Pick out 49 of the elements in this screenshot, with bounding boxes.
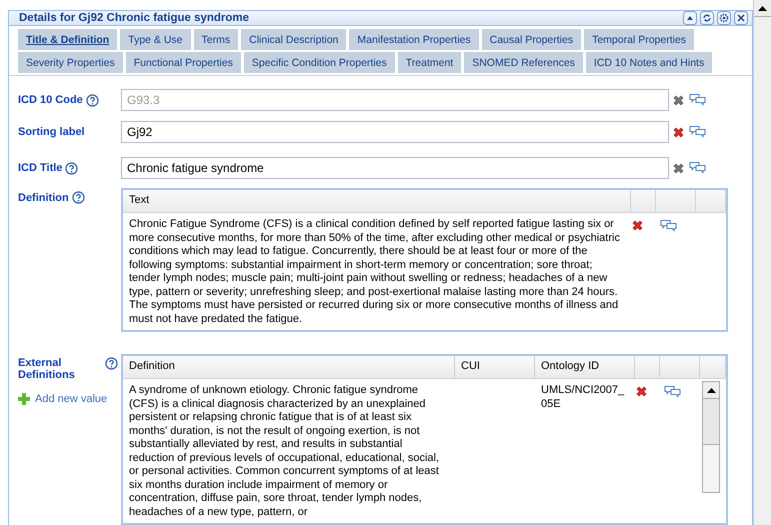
comment-icon[interactable] xyxy=(660,219,677,233)
help-icon[interactable] xyxy=(72,191,85,204)
text-field[interactable]: Gj92 xyxy=(121,121,669,143)
tab[interactable]: Clinical Description xyxy=(241,29,346,50)
close-icon[interactable] xyxy=(734,11,748,25)
comment-icon[interactable] xyxy=(689,93,706,107)
delete-icon[interactable] xyxy=(672,126,685,138)
delete-icon[interactable] xyxy=(635,385,648,398)
field-label: Sorting label xyxy=(18,126,85,138)
table-cell-text: A syndrome of unknown etiology. Chronic fatigue syndrome (CFS) is a clinical diagnosis characterized by an unexplained persistent or relapsing chronic fatigue that is of at least six months' duration, is not the result of ongoing exertion, is not substantially alleviated by rest, and results in substantial reduction of previous levels of occupational, educational, social, or personal activities. Common concurrent symptoms of at least six months duration include impairment of memory or concentration, diffuse pain, sore throat, tender lymph nodes, headaches of a new type, pattern, or xyxy=(128,383,440,520)
table-cell-text: UMLS/NCI2007_05E xyxy=(540,383,626,412)
tab[interactable]: SNOMED References xyxy=(464,52,583,73)
settings-icon[interactable] xyxy=(717,11,731,25)
tab[interactable]: Manifestation Properties xyxy=(349,29,479,50)
field-label: ICD 10 Code xyxy=(18,94,83,106)
tab[interactable]: Type & Use xyxy=(120,29,191,50)
comment-icon[interactable] xyxy=(689,161,706,175)
up-arrow-icon[interactable] xyxy=(706,387,716,393)
column-header: CUI xyxy=(455,356,535,378)
add-new-value-link[interactable]: Add new value xyxy=(35,393,108,405)
refresh-icon[interactable] xyxy=(700,11,714,25)
text-field[interactable]: Chronic fatigue syndrome xyxy=(121,157,669,179)
comment-icon[interactable] xyxy=(689,125,706,139)
tab[interactable]: Functional Properties xyxy=(126,52,241,73)
page-scrollbar[interactable] xyxy=(753,0,771,525)
column-header: Definition xyxy=(123,356,455,378)
comment-icon[interactable] xyxy=(664,385,681,399)
panel-title: Details for Gj92 Chronic fatigue syndrome xyxy=(19,12,250,24)
tab[interactable]: Severity Properties xyxy=(18,52,123,73)
tab[interactable]: Terms xyxy=(194,29,238,50)
collapse-icon[interactable] xyxy=(683,11,697,25)
column-header: Ontology ID xyxy=(535,356,635,378)
delete-icon[interactable] xyxy=(631,219,644,232)
scrollbar[interactable] xyxy=(702,381,720,493)
tab[interactable]: Specific Condition Properties xyxy=(244,52,395,73)
field-label: External Definitions xyxy=(18,357,76,381)
help-icon[interactable] xyxy=(65,162,78,174)
help-icon[interactable] xyxy=(105,357,118,370)
tab[interactable]: Treatment xyxy=(398,52,462,73)
field-label: ICD Title xyxy=(18,162,62,174)
table-cell-text: Chronic Fatigue Syndrome (CFS) is a clinical condition defined by self reported fatigue lasting six or more consecutive months, for more than 50% of the time, after excluding other medical or psychiatric conditions which may lead to fatigue. Concurrently, there should be at least four or more of the following symptoms: substantial impairment in short-term memory or concentration; sore throat; tender lymph nodes; muscle pain; multi-joint pain without swelling or redness; headaches of a new type, pattern or severity; unrefreshing sleep; and post-exertional malaise lasting more than 24 hours. The symptoms must have persisted or recurred during six or more consecutive months of illness and must not have predated the fatigue. xyxy=(128,217,621,326)
field-label: Definition xyxy=(18,192,69,204)
tab[interactable]: ICD 10 Notes and Hints xyxy=(586,52,712,73)
tab[interactable]: Causal Properties xyxy=(482,29,582,50)
up-arrow-icon[interactable] xyxy=(758,5,767,11)
tab[interactable]: Title & Definition xyxy=(18,29,118,50)
delete-icon[interactable] xyxy=(672,162,685,174)
column-header: Text xyxy=(123,190,631,212)
tab[interactable]: Temporal Properties xyxy=(584,29,694,50)
